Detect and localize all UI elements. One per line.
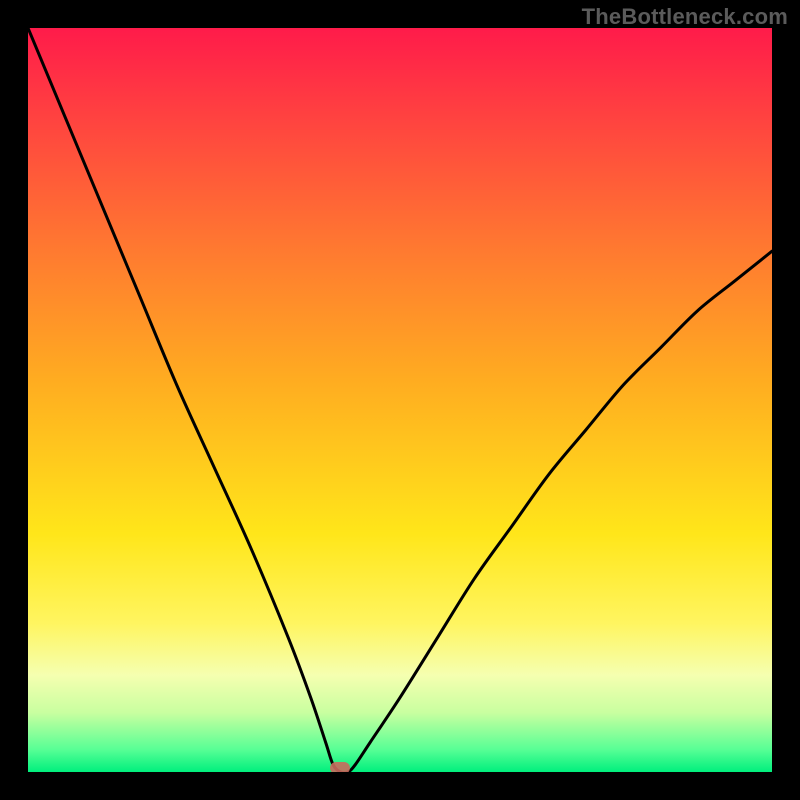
minimum-marker <box>330 762 350 772</box>
chart-frame: TheBottleneck.com <box>0 0 800 800</box>
watermark-text: TheBottleneck.com <box>582 4 788 30</box>
bottleneck-curve <box>28 28 772 772</box>
curve-path <box>28 28 772 772</box>
plot-area <box>28 28 772 772</box>
